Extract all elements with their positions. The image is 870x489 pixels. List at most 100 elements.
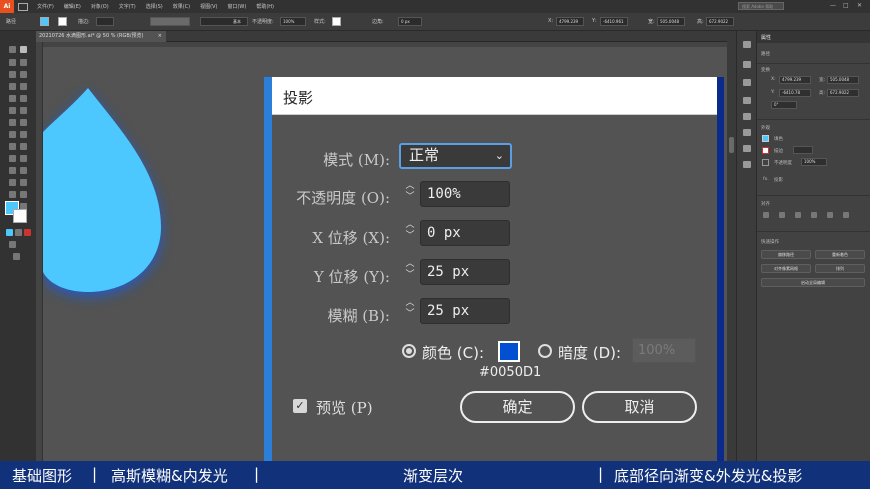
opacity-stepper-icon[interactable]: ︿ ﹀ [401, 181, 419, 207]
blur-input[interactable]: 25 px [420, 298, 510, 324]
close-icon[interactable]: ✕ [857, 2, 862, 9]
preview-checkbox[interactable]: ✓ [293, 399, 307, 413]
y-offset-stepper-icon[interactable]: ︿ ﹀ [401, 259, 419, 285]
menu-item-help[interactable]: 帮助(H) [251, 3, 279, 10]
offset-path-button[interactable]: 偏移路径 [761, 250, 811, 259]
minimize-icon[interactable]: — [830, 2, 836, 9]
width-tool-icon[interactable] [9, 131, 16, 138]
none-mode-icon[interactable] [24, 229, 31, 236]
symbol-sprayer-tool-icon[interactable] [9, 179, 16, 186]
direct-selection-tool-icon[interactable] [20, 46, 27, 53]
libraries-panel-icon[interactable] [743, 79, 751, 86]
symbols-panel-icon[interactable] [743, 129, 751, 136]
color-mode-icon[interactable] [6, 229, 13, 236]
document-tab[interactable]: 20210726 水滴图形.ai* @ 50 % (RGB/预览) × [36, 31, 166, 42]
lasso-tool-icon[interactable] [20, 59, 27, 66]
scrollbar-thumb[interactable] [729, 137, 734, 153]
mesh-tool-icon[interactable] [9, 155, 16, 162]
free-transform-tool-icon[interactable] [20, 131, 27, 138]
layers-panel-icon[interactable] [743, 61, 751, 68]
menu-item-view[interactable]: 视图(V) [195, 3, 222, 10]
x-offset-stepper-icon[interactable]: ︿ ﹀ [401, 220, 419, 246]
align-center-icon[interactable] [779, 212, 785, 218]
perspective-grid-tool-icon[interactable] [20, 143, 27, 150]
y-field[interactable]: -6410.961 [600, 17, 628, 26]
magic-wand-tool-icon[interactable] [9, 59, 16, 66]
align-top-icon[interactable] [811, 212, 817, 218]
brushes-panel-icon[interactable] [743, 113, 751, 120]
shaper-tool-icon[interactable] [9, 107, 16, 114]
variable-width-field[interactable] [150, 17, 190, 26]
curvature-tool-icon[interactable] [20, 71, 27, 78]
menu-item-effect[interactable]: 效果(C) [168, 3, 195, 10]
column-graph-tool-icon[interactable] [20, 179, 27, 186]
fill-swatch[interactable] [40, 17, 49, 26]
x-offset-input[interactable]: 0 px [420, 220, 510, 246]
stroke-weight-field[interactable] [96, 17, 114, 26]
panel-stroke-weight-field[interactable] [793, 146, 813, 154]
eraser-tool-icon[interactable] [20, 107, 27, 114]
panel-stroke-swatch[interactable] [762, 147, 769, 154]
menu-item-file[interactable]: 文件(F) [32, 3, 59, 10]
style-swatch[interactable] [332, 17, 341, 26]
pen-tool-icon[interactable] [9, 71, 16, 78]
blend-tool-icon[interactable] [20, 167, 27, 174]
shadow-color-swatch[interactable] [498, 341, 520, 362]
opacity-input[interactable]: 100% [420, 181, 510, 207]
eyedropper-tool-icon[interactable] [9, 167, 16, 174]
slice-tool-icon[interactable] [20, 191, 27, 198]
gradient-tool-icon[interactable] [20, 155, 27, 162]
appearance-panel-icon[interactable] [743, 161, 751, 168]
paintbrush-tool-icon[interactable] [20, 95, 27, 102]
line-tool-icon[interactable] [20, 83, 27, 90]
home-icon[interactable] [18, 2, 28, 11]
stroke-style-select[interactable]: 基本 [200, 17, 248, 26]
panel-w-field[interactable]: 505.0048 [827, 76, 859, 84]
darkness-radio[interactable] [538, 344, 552, 358]
artboard-tool-icon[interactable] [9, 191, 16, 198]
shape-builder-tool-icon[interactable] [9, 143, 16, 150]
menu-item-type[interactable]: 文字(T) [114, 3, 141, 10]
panel-h-field[interactable]: 672.9022 [827, 89, 859, 97]
help-search-input[interactable]: 搜索 Adobe 帮助 [738, 2, 784, 10]
mode-select[interactable]: 正常 ⌄ [399, 143, 512, 169]
swatches-panel-icon[interactable] [743, 97, 751, 104]
gradient-mode-icon[interactable] [15, 229, 22, 236]
properties-tab[interactable]: 属性 [761, 34, 771, 41]
align-left-icon[interactable] [763, 212, 769, 218]
arrange-button[interactable]: 排列 [815, 264, 865, 273]
global-edit-button[interactable]: 启动全局编辑 [761, 278, 865, 287]
panel-fill-swatch[interactable] [762, 135, 769, 142]
rotate-tool-icon[interactable] [9, 119, 16, 126]
h-field[interactable]: 672.9022 [706, 17, 734, 26]
blur-stepper-icon[interactable]: ︿ ﹀ [401, 298, 419, 324]
stroke-color-icon[interactable] [13, 209, 27, 223]
draw-mode-icon[interactable] [9, 241, 16, 248]
properties-panel-icon[interactable] [743, 41, 751, 48]
graphic-styles-panel-icon[interactable] [743, 145, 751, 152]
menu-item-object[interactable]: 对象(O) [86, 3, 114, 10]
corner-field[interactable]: 0 px [398, 17, 422, 26]
menu-item-select[interactable]: 选择(S) [141, 3, 168, 10]
align-middle-icon[interactable] [827, 212, 833, 218]
align-right-icon[interactable] [795, 212, 801, 218]
type-tool-icon[interactable] [9, 83, 16, 90]
ok-button[interactable]: 确定 [460, 391, 575, 423]
panel-angle-field[interactable]: 0° [771, 101, 797, 109]
y-offset-input[interactable]: 25 px [420, 259, 510, 285]
panel-x-field[interactable]: 4799.239 [779, 76, 811, 84]
panel-y-field[interactable]: -6410.78 [779, 89, 811, 97]
color-radio[interactable] [402, 344, 416, 358]
water-drop-artwork[interactable] [43, 77, 243, 337]
opacity-field[interactable]: 100% [280, 17, 306, 26]
tab-close-icon[interactable]: × [158, 31, 162, 42]
darkness-input[interactable]: 100% [632, 338, 696, 363]
panel-opacity-field[interactable]: 100% [801, 158, 827, 166]
drop-shadow-effect-label[interactable]: 投影 [774, 177, 783, 183]
menu-item-edit[interactable]: 编辑(E) [59, 3, 86, 10]
selection-tool-icon[interactable] [9, 46, 16, 53]
align-pixel-grid-button[interactable]: 对齐像素网格 [761, 264, 811, 273]
rectangle-tool-icon[interactable] [9, 95, 16, 102]
w-field[interactable]: 505.0048 [657, 17, 685, 26]
stroke-swatch[interactable] [58, 17, 67, 26]
